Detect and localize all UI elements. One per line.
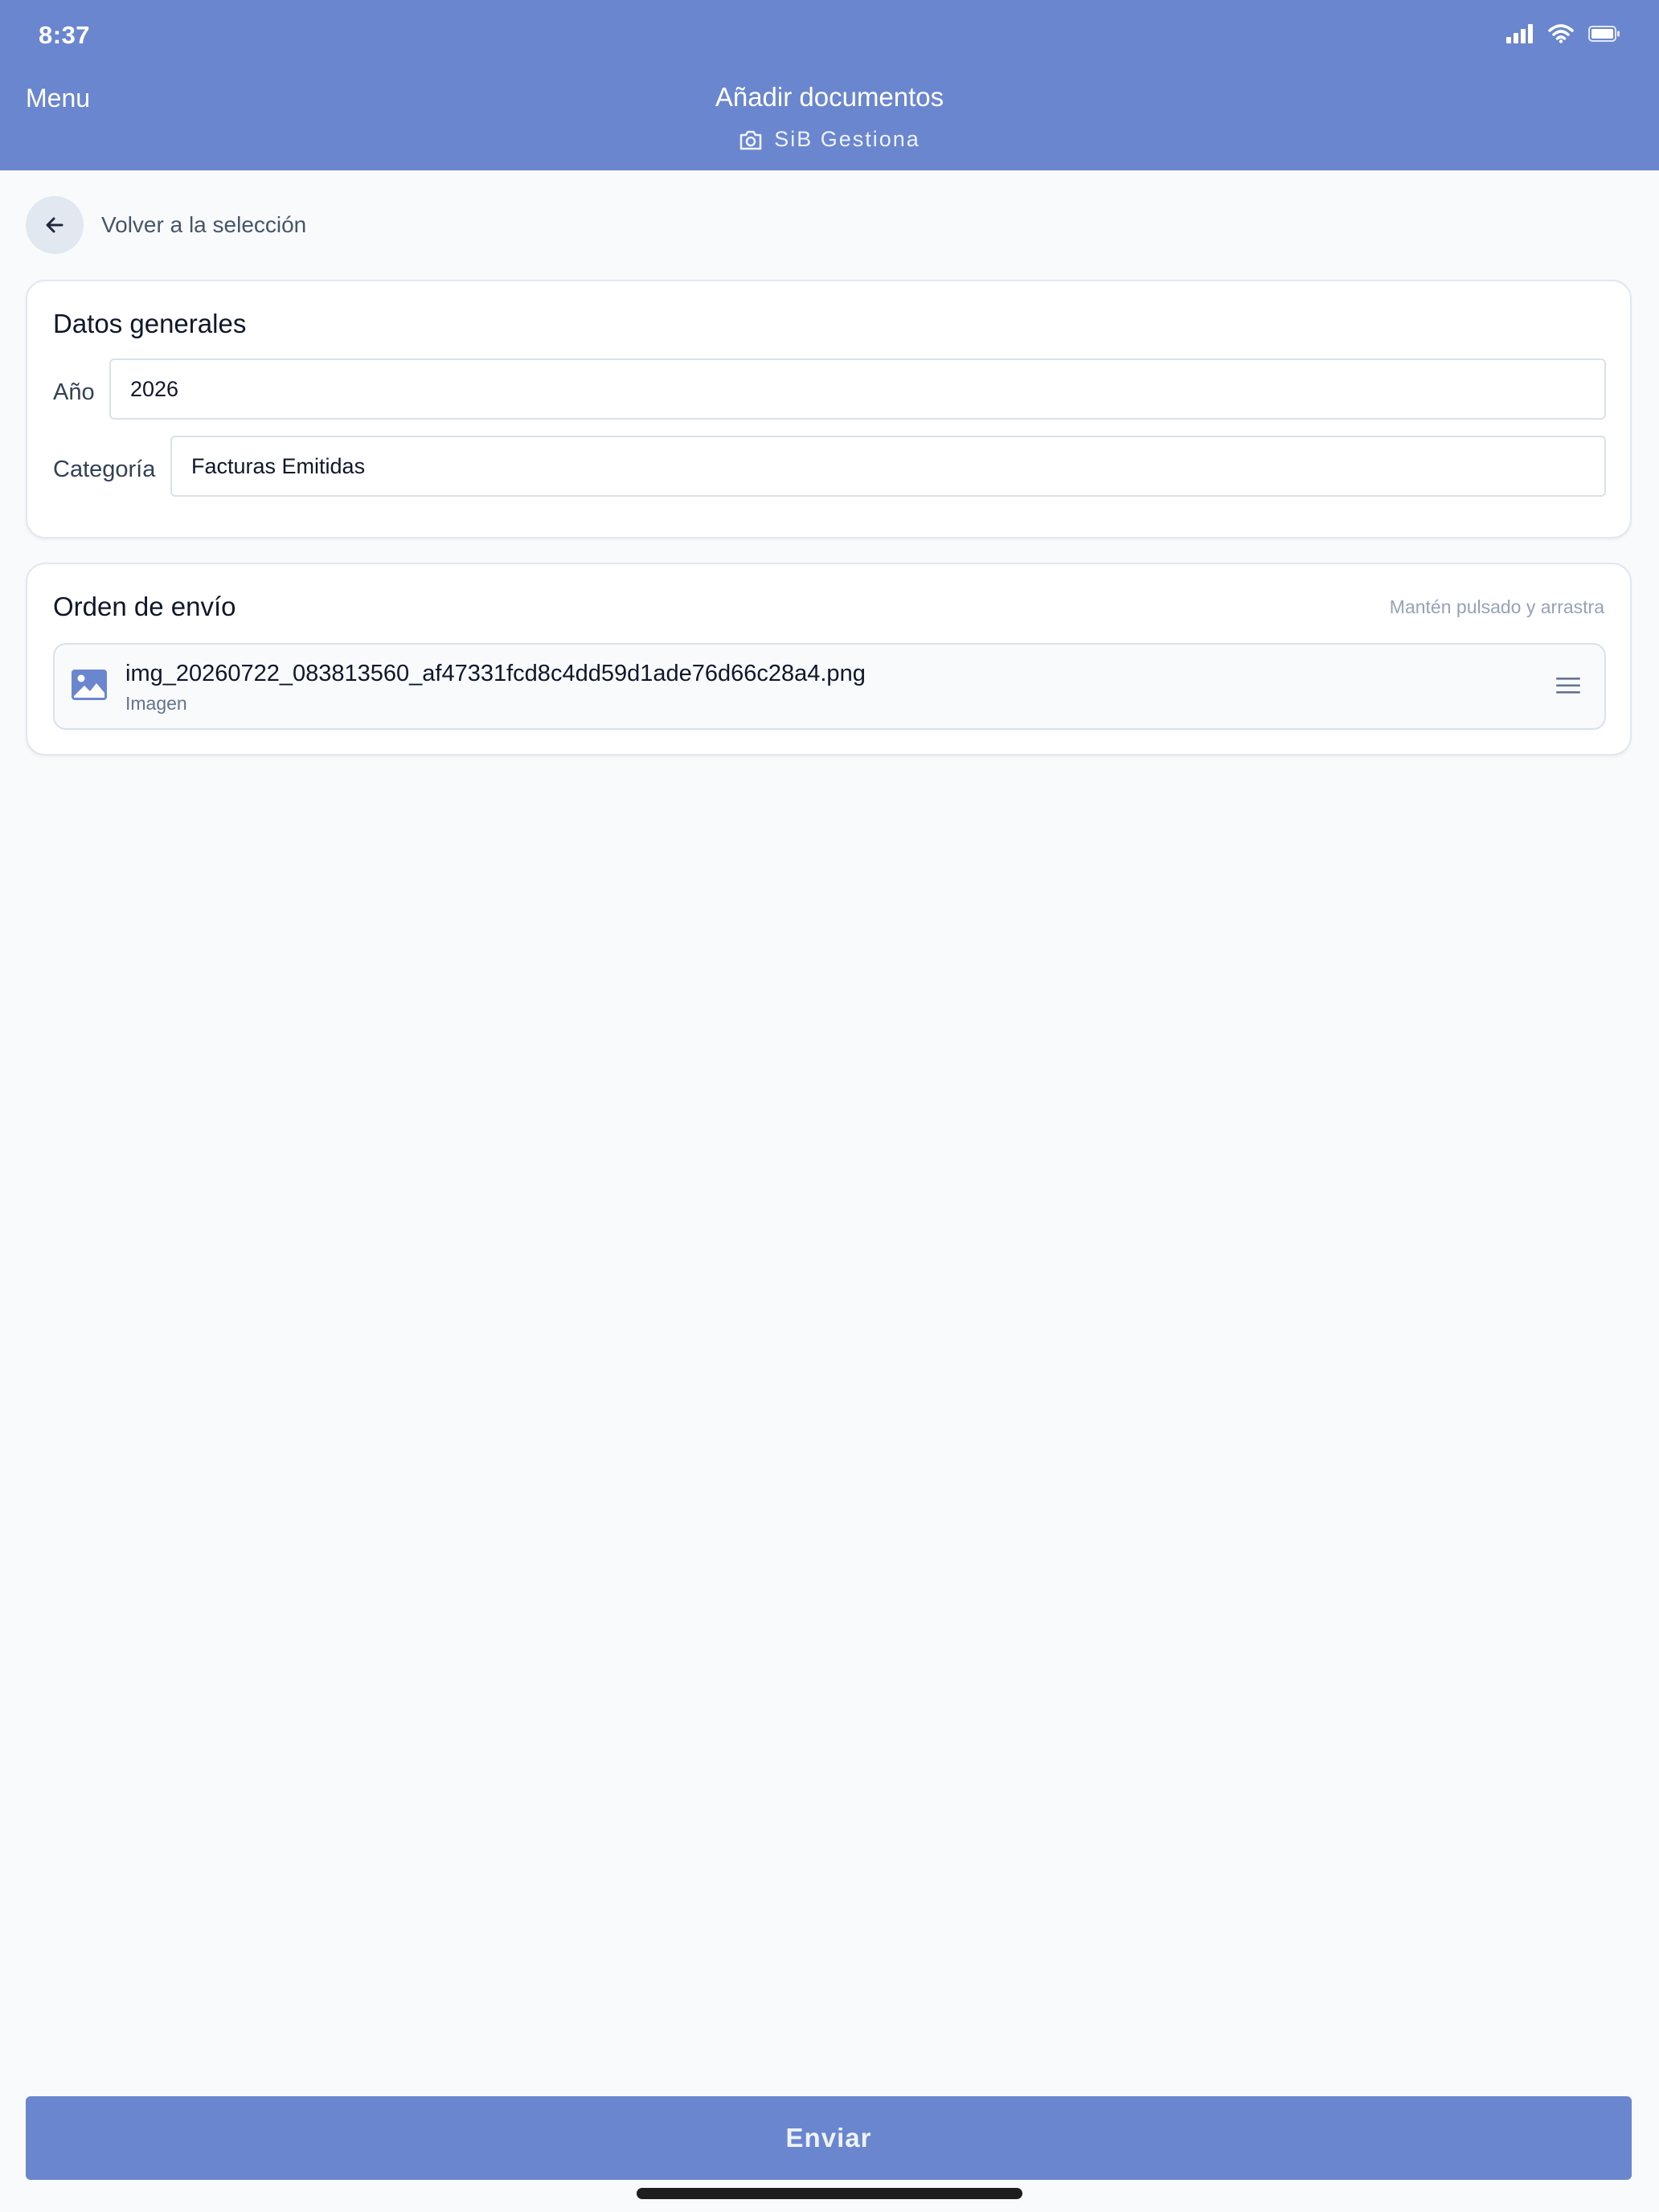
home-indicator bbox=[637, 2188, 1022, 2199]
year-label: Año bbox=[53, 379, 95, 405]
year-field[interactable]: 2026 bbox=[109, 358, 1606, 420]
general-data-card: Datos generales Año 2026 Categoría Factu… bbox=[26, 280, 1632, 539]
category-field[interactable]: Facturas Emitidas bbox=[170, 436, 1606, 497]
document-name: img_20260722_083813560_af47331fcd8c4dd59… bbox=[125, 661, 866, 686]
drag-hint: Mantén pulsado y arrastra bbox=[1389, 596, 1604, 617]
back-button[interactable] bbox=[26, 196, 84, 254]
category-label: Categoría bbox=[53, 457, 156, 482]
app-subtitle: SiB Gestiona bbox=[0, 127, 1659, 152]
status-icons bbox=[1506, 24, 1620, 43]
image-icon bbox=[72, 670, 107, 700]
status-time: 8:37 bbox=[39, 21, 91, 49]
send-order-title: Orden de envío bbox=[53, 592, 236, 621]
wifi-icon bbox=[1548, 24, 1574, 43]
app-header: 8:37 Menu Añadir documentos SiB Gestiona bbox=[0, 0, 1659, 170]
app-subtitle-text: SiB Gestiona bbox=[774, 127, 920, 151]
back-to-selection[interactable]: Volver a la selección bbox=[26, 196, 306, 254]
arrow-left-icon bbox=[46, 217, 63, 233]
back-label[interactable]: Volver a la selección bbox=[101, 212, 306, 238]
send-order-card: Orden de envío Mantén pulsado y arrastra… bbox=[26, 563, 1632, 756]
signal-icon bbox=[1506, 24, 1533, 43]
battery-icon bbox=[1588, 26, 1620, 42]
page-title: Añadir documentos bbox=[715, 82, 944, 112]
drag-handle-icon[interactable] bbox=[1555, 675, 1582, 696]
submit-button[interactable]: Enviar bbox=[26, 2096, 1632, 2180]
general-data-title: Datos generales bbox=[53, 309, 247, 338]
camera-icon bbox=[739, 130, 762, 150]
document-type: Imagen bbox=[125, 693, 187, 714]
document-item[interactable]: img_20260722_083813560_af47331fcd8c4dd59… bbox=[53, 643, 1606, 730]
